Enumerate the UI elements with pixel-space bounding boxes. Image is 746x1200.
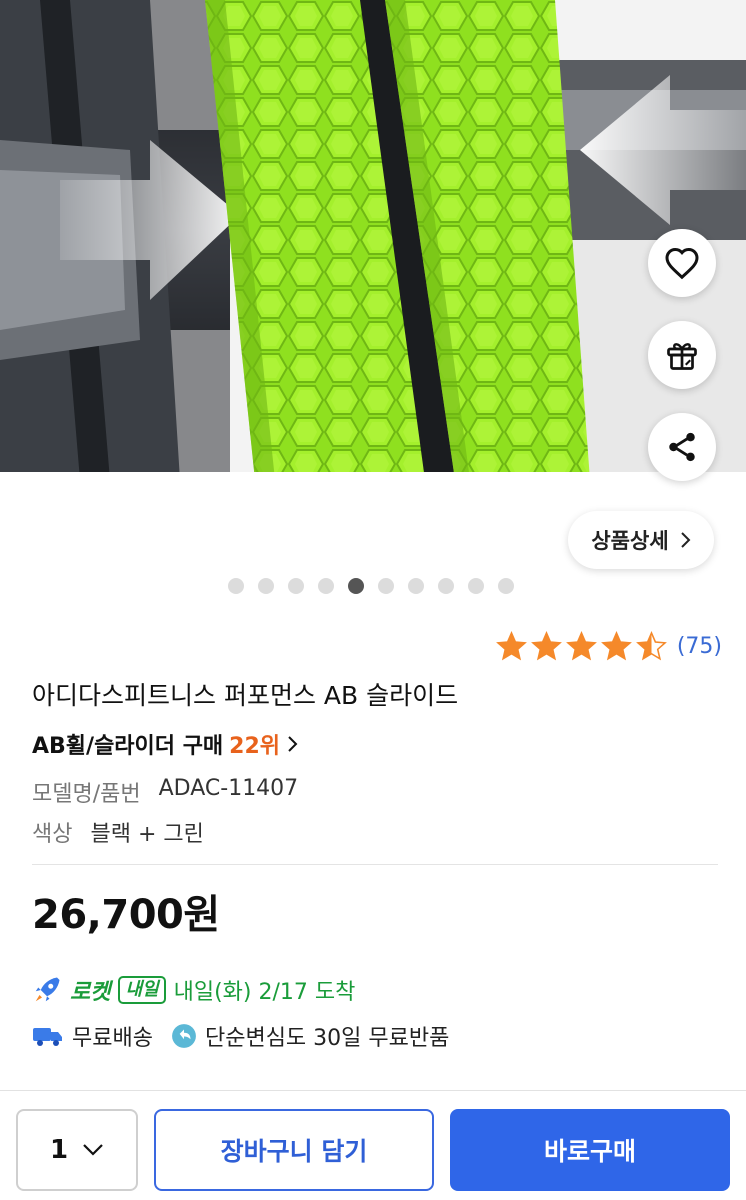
chevron-down-icon [83,1144,103,1156]
carousel-dot [498,578,514,594]
carousel-dot [468,578,484,594]
product-image [0,0,746,480]
carousel-dot [228,578,244,594]
rank-value: 22위 [229,734,281,759]
product-title: 아디다스피트니스 퍼포먼스 AB 슬라이드 [32,681,459,710]
chevron-right-icon [288,736,298,752]
share-icon [669,432,695,462]
rank-label: AB휠/슬라이더 구매 [32,734,224,759]
color-row: 색상 블랙 + 그린 [32,816,204,848]
free-return-text: 단순변심도 30일 무료반품 [204,1026,450,1051]
bottom-purchase-bar: 1 장바구니 담기 바로구매 [0,1090,746,1200]
gift-icon [667,343,697,370]
divider [32,864,718,865]
carousel-dot [438,578,454,594]
model-number-row: 모델명/품번 ADAC-11407 [32,776,298,808]
color-label: 색상 [32,822,73,847]
quantity-select[interactable]: 1 [16,1109,138,1191]
model-label: 모델명/품번 [32,782,141,807]
star-icon [495,630,527,660]
shipping-return-info: 무료배송 단순변심도 30일 무료반품 [32,1018,449,1054]
star-icon [530,630,562,660]
carousel-dot [318,578,334,594]
product-price: 26,700원 [32,892,220,938]
category-rank-link[interactable]: AB휠/슬라이더 구매 22위 [32,728,298,760]
color-value: 블랙 + 그린 [90,822,204,847]
return-icon [172,1024,196,1048]
carousel-dot [258,578,274,594]
share-button[interactable] [648,413,716,481]
heart-icon [665,247,699,280]
add-to-cart-label: 장바구니 담기 [220,1137,368,1166]
wishlist-button[interactable] [648,229,716,297]
add-to-cart-button[interactable]: 장바구니 담기 [154,1109,434,1191]
rocket-label: 로켓 [70,980,111,1005]
rocket-delivery-info: 로켓 내일 내일(화) 2/17 도착 [32,972,355,1008]
buy-now-label: 바로구매 [543,1137,636,1166]
tomorrow-badge: 내일 [118,976,166,1004]
review-count[interactable]: (75) [677,634,722,659]
rating-stars [495,630,667,662]
carousel-dot [288,578,304,594]
arrival-date: 내일(화) 2/17 도착 [173,980,356,1005]
star-icon [565,630,597,660]
model-value: ADAC-11407 [158,776,299,801]
chevron-right-icon [680,532,691,548]
product-image-carousel[interactable] [0,0,746,480]
rocket-icon [35,977,60,1002]
quantity-value: 1 [49,1135,69,1165]
buy-now-button[interactable]: 바로구매 [450,1109,730,1191]
product-rating[interactable]: (75) [495,628,722,664]
carousel-dot [378,578,394,594]
gift-button[interactable] [648,321,716,389]
product-detail-label: 상품상세 [591,529,669,553]
carousel-dot [408,578,424,594]
carousel-dot [348,578,364,594]
carousel-indicator [228,578,514,594]
product-detail-button[interactable]: 상품상세 [568,511,714,569]
truck-icon [33,1028,62,1046]
star-icon [600,630,632,660]
free-shipping-text: 무료배송 [72,1026,153,1051]
star-icon [635,630,667,660]
